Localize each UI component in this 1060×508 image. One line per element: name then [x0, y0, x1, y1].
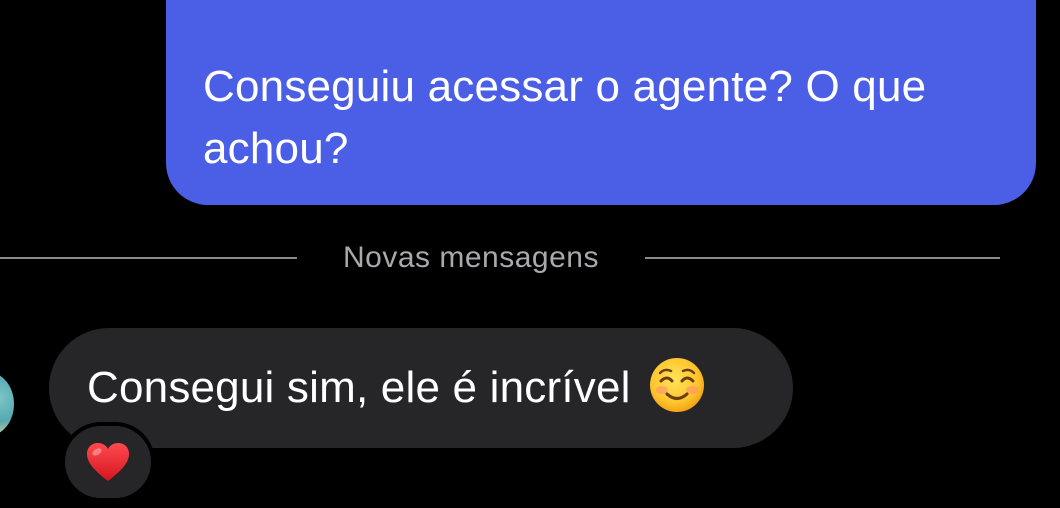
message-reaction[interactable]	[61, 422, 155, 502]
incoming-message-bubble[interactable]: Consegui sim, ele é incrível	[49, 328, 793, 448]
chat-thread: Conseguiu acessar o agente? O que achou?…	[0, 0, 1060, 508]
outgoing-message-bubble[interactable]: Conseguiu acessar o agente? O que achou?	[166, 0, 1036, 205]
divider-line-left	[0, 257, 297, 259]
divider-label: Novas mensagens	[343, 241, 599, 274]
avatar[interactable]	[0, 372, 14, 436]
new-messages-divider: Novas mensagens	[0, 236, 1000, 280]
incoming-message-text: Consegui sim, ele é incrível	[87, 363, 631, 412]
red-heart-icon	[87, 443, 129, 481]
divider-line-right	[645, 257, 1000, 259]
outgoing-message-text: Conseguiu acessar o agente? O que achou?	[203, 62, 927, 173]
smiling-face-emoji-icon	[649, 358, 704, 412]
